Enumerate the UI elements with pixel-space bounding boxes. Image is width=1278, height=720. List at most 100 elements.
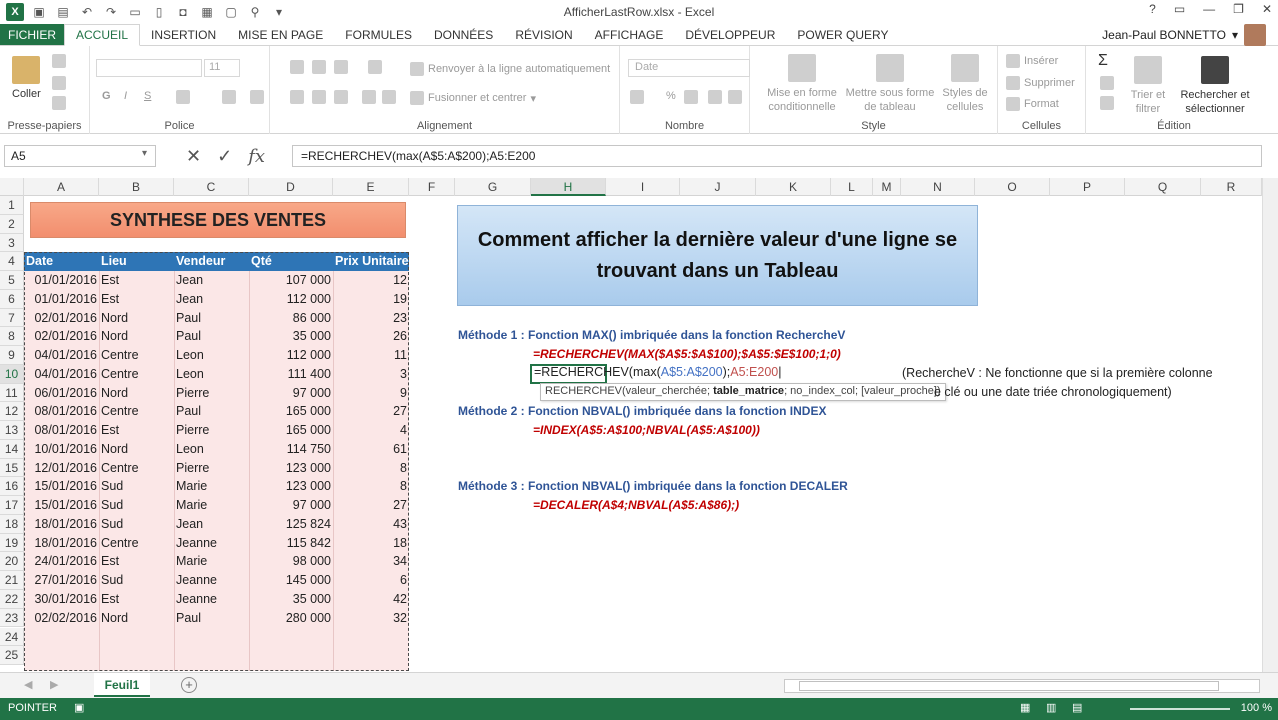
horizontal-scrollbar[interactable] <box>784 679 1260 693</box>
column-header[interactable]: G <box>455 178 531 196</box>
sheet-tab-feuil1[interactable]: Feuil1 <box>94 673 150 697</box>
row-header[interactable]: 13 <box>0 421 24 440</box>
row-header[interactable]: 19 <box>0 533 24 553</box>
page-layout-icon[interactable]: ▥ <box>1046 701 1056 714</box>
select-all-corner[interactable] <box>0 178 24 196</box>
print-preview-icon[interactable]: ▢ <box>222 4 240 20</box>
normal-view-icon[interactable]: ▦ <box>1020 701 1030 714</box>
column-header[interactable]: J <box>680 178 756 196</box>
column-header[interactable]: D <box>249 178 333 196</box>
column-header[interactable]: C <box>174 178 249 196</box>
align-center-icon[interactable] <box>312 90 326 104</box>
format-painter-icon[interactable] <box>52 96 66 110</box>
column-header[interactable]: E <box>333 178 409 196</box>
row-header[interactable]: 17 <box>0 496 24 515</box>
add-sheet-icon[interactable]: + <box>181 677 197 693</box>
macro-record-icon[interactable]: ▣ <box>74 701 84 714</box>
column-header[interactable]: M <box>873 178 901 196</box>
user-account[interactable]: Jean-Paul BONNETTO ▾ <box>1102 24 1266 46</box>
align-top-icon[interactable] <box>290 60 304 74</box>
scroll-thumb[interactable] <box>799 681 1219 691</box>
row-header[interactable]: 24 <box>0 627 24 647</box>
tab-fichier[interactable]: FICHIER <box>0 24 64 45</box>
row-header[interactable]: 6 <box>0 289 24 309</box>
borders-icon[interactable] <box>176 90 190 104</box>
zoom-icon[interactable]: ⚲ <box>246 4 264 20</box>
cut-icon[interactable] <box>52 54 66 68</box>
prev-sheet-icon[interactable]: ◀ <box>24 678 32 691</box>
conditional-format-button[interactable]: Mise en forme conditionnelle <box>760 54 844 114</box>
row-header[interactable]: 4 <box>0 252 24 272</box>
row-header[interactable]: 22 <box>0 590 24 609</box>
row-header[interactable]: 2 <box>0 214 24 234</box>
column-header[interactable]: Q <box>1125 178 1201 196</box>
row-header[interactable]: 16 <box>0 477 24 497</box>
row-header[interactable]: 15 <box>0 458 24 478</box>
formula-input[interactable]: =RECHERCHEV(max(A$5:A$200);A5:E200 <box>292 145 1262 167</box>
tab-power-query[interactable]: POWER QUERY <box>786 24 899 45</box>
maximize-button[interactable]: ❐ <box>1233 2 1244 16</box>
decrease-decimal-icon[interactable] <box>728 90 742 104</box>
new-file-icon[interactable]: ▯ <box>150 4 168 20</box>
find-select-button[interactable]: Rechercher et sélectionner <box>1176 56 1254 116</box>
copy-icon[interactable] <box>52 76 66 90</box>
row-header[interactable]: 12 <box>0 402 24 422</box>
column-header[interactable]: O <box>975 178 1050 196</box>
fill-icon[interactable] <box>1100 76 1114 90</box>
customize-toolbar-icon[interactable]: ▾ <box>270 4 288 20</box>
worksheet-grid[interactable]: SYNTHESE DES VENTES Date Lieu Vendeur Qt… <box>24 196 1262 672</box>
merge-center-button[interactable]: Fusionner et centrer ▾ <box>410 91 536 105</box>
name-box[interactable]: A5 <box>4 145 156 167</box>
column-header[interactable]: R <box>1201 178 1262 196</box>
font-size-dropdown[interactable]: 11 <box>204 59 240 77</box>
align-bottom-icon[interactable] <box>334 60 348 74</box>
align-right-icon[interactable] <box>334 90 348 104</box>
paste-button[interactable]: Coller <box>12 56 41 100</box>
row-header[interactable]: 10 <box>0 364 24 384</box>
tab-mise-en-page[interactable]: MISE EN PAGE <box>227 24 334 45</box>
autosum-icon[interactable]: Σ <box>1098 52 1108 70</box>
increase-indent-icon[interactable] <box>382 90 396 104</box>
format-button[interactable]: Format <box>1006 97 1059 111</box>
sort-filter-button[interactable]: Trier et filtrer <box>1126 56 1170 116</box>
column-header[interactable]: K <box>756 178 831 196</box>
column-header[interactable]: I <box>606 178 680 196</box>
undo-icon[interactable]: ↶ <box>78 4 96 20</box>
column-header[interactable]: F <box>409 178 455 196</box>
currency-icon[interactable] <box>630 90 644 104</box>
next-sheet-icon[interactable]: ▶ <box>50 678 58 691</box>
font-color-icon[interactable] <box>250 90 264 104</box>
row-header[interactable]: 14 <box>0 439 24 459</box>
column-header[interactable]: L <box>831 178 873 196</box>
wrap-text-button[interactable]: Renvoyer à la ligne automatiquement <box>410 62 610 76</box>
row-header[interactable]: 5 <box>0 271 24 290</box>
column-header[interactable]: H <box>531 178 606 196</box>
redo-icon[interactable]: ↷ <box>102 4 120 20</box>
vertical-scrollbar[interactable] <box>1262 178 1278 672</box>
fill-color-icon[interactable] <box>222 90 236 104</box>
cell-edit-text[interactable]: =RECHERCHEV(max(A$5:A$200);A5:E200| <box>534 365 781 379</box>
tab-insertion[interactable]: INSERTION <box>140 24 227 45</box>
percent-icon[interactable]: % <box>666 90 676 102</box>
row-header[interactable]: 18 <box>0 514 24 534</box>
camera-icon[interactable]: ◘ <box>174 4 192 20</box>
number-format-dropdown[interactable]: Date <box>628 59 750 77</box>
align-left-icon[interactable] <box>290 90 304 104</box>
cell-styles-button[interactable]: Styles de cellules <box>936 54 994 114</box>
column-header[interactable]: N <box>901 178 975 196</box>
open-folder-icon[interactable]: ▭ <box>126 4 144 20</box>
row-header[interactable]: 1 <box>0 196 24 215</box>
decrease-indent-icon[interactable] <box>362 90 376 104</box>
bold-button[interactable]: G <box>102 90 111 102</box>
tab-revision[interactable]: RÉVISION <box>504 24 583 45</box>
insert-function-icon[interactable]: fx <box>248 146 265 167</box>
close-button[interactable]: ✕ <box>1262 2 1272 16</box>
row-header[interactable]: 11 <box>0 383 24 403</box>
row-header[interactable]: 23 <box>0 608 24 628</box>
insert-button[interactable]: Insérer <box>1006 54 1058 68</box>
row-header[interactable]: 21 <box>0 571 24 590</box>
tab-donnees[interactable]: DONNÉES <box>423 24 504 45</box>
tab-developpeur[interactable]: DÉVELOPPEUR <box>674 24 786 45</box>
thousands-icon[interactable] <box>684 90 698 104</box>
calculator-icon[interactable]: ▦ <box>198 4 216 20</box>
